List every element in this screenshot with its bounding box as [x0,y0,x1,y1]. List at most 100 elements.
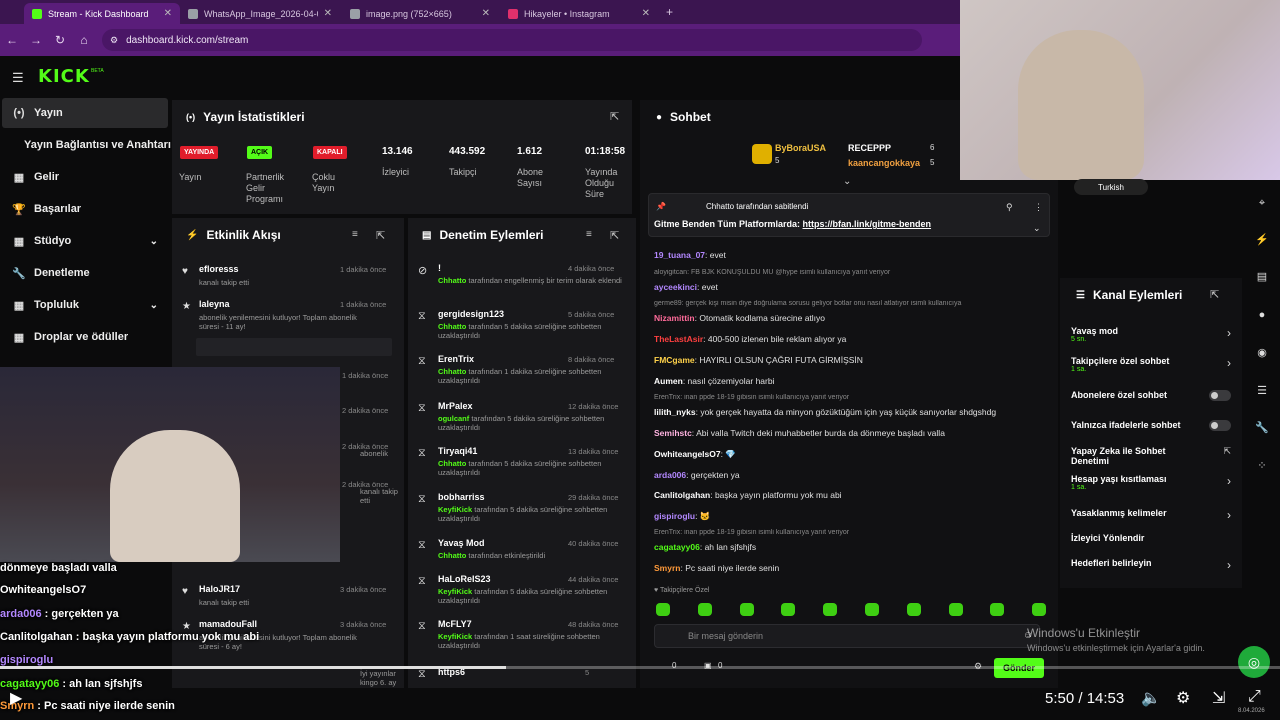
emote-icon[interactable] [990,603,1005,616]
url-field[interactable]: ⚙ dashboard.kick.com/stream [102,29,922,51]
chat-username[interactable]: OwhiteangelsO7 [654,449,721,459]
emote-icon[interactable] [739,603,754,616]
emote-icon[interactable] [948,603,963,616]
chat-username[interactable]: ayceekinci [654,282,697,292]
chat-username[interactable]: lilith_nyks [654,407,696,417]
chevron-right-icon[interactable]: › [1227,356,1231,370]
rail-nodes-icon[interactable]: ⁘ [1252,459,1272,472]
play-icon[interactable]: ▶ [10,688,22,708]
unpin-icon[interactable]: ⚲ [1006,202,1013,213]
stats-popout-icon[interactable]: ⇱ [610,110,619,123]
fullscreen-icon[interactable]: ⤢ [1248,688,1261,706]
browser-tab[interactable]: image.png (752×665) ✕ [342,3,498,24]
site-info-icon[interactable]: ⚙ [110,35,118,46]
chevron-right-icon[interactable]: › [1227,474,1231,488]
toggle-switch[interactable] [1209,390,1231,401]
rail-broadcast-icon[interactable]: ◉ [1252,346,1272,359]
tab-close-icon[interactable]: ✕ [324,8,332,19]
emote-icon[interactable] [906,603,921,616]
channel-action-item[interactable]: Takipçilere özel sohbet 1 sa. › [1071,356,1231,373]
sidebar-item[interactable]: ▦ Droplar ve ödüller [2,322,168,352]
tab-close-icon[interactable]: ✕ [164,8,172,19]
sidebar-item[interactable]: 🏆 Başarılar [2,194,168,224]
expand-pin-icon[interactable]: ⌄ [1033,223,1041,234]
chat-username[interactable]: 19_tuana_07 [654,250,705,260]
rail-doc-icon[interactable]: ▤ [1252,270,1272,283]
reload-icon[interactable]: ↻ [48,33,72,47]
moderation-popout-icon[interactable]: ⇱ [610,229,619,242]
home-icon[interactable]: ⌂ [72,33,96,47]
rail-chat-icon[interactable]: ● [1252,309,1272,321]
moderation-time: 4 dakika önce [568,264,615,273]
moderation-filter-icon[interactable]: ≡ [586,229,592,240]
browser-tab[interactable]: WhatsApp_Image_2026-04-07 ✕ [180,3,340,24]
layout-icon[interactable]: ⌖ [1252,197,1272,210]
rail-sliders-icon[interactable]: ☰ [1252,384,1272,397]
browser-tab[interactable]: Hikayeler • Instagram ✕ [500,3,658,24]
volume-icon[interactable]: 🔈 [1141,688,1161,708]
browser-tab[interactable]: Stream - Kick Dashboard ✕ [24,3,180,24]
sidebar-item[interactable]: Yayın Bağlantısı ve Anahtarı [2,130,171,160]
channel-action-item[interactable]: Yapay Zeka ile Sohbet Denetimi ⇱ [1071,446,1231,466]
chat-username[interactable]: Aumen [654,376,683,386]
new-tab-button[interactable]: + [666,5,673,19]
chat-message: cagatayy06: ah lan sjfshjfs [654,542,757,552]
chat-username[interactable]: arda006 [654,470,686,480]
channel-action-item[interactable]: İzleyici Yönlendir [1071,533,1231,543]
chevron-right-icon[interactable]: › [1227,558,1231,572]
sidebar-item-label: Yayın [34,107,63,119]
toggle-switch[interactable] [1209,420,1231,431]
more-icon[interactable]: ⋮ [1034,202,1043,213]
actions-popout-icon[interactable]: ⇱ [1210,288,1219,301]
chevron-down-icon[interactable]: ⌄ [150,300,158,311]
emote-icon[interactable] [865,603,879,616]
menu-icon[interactable]: ☰ [12,70,24,86]
rail-wrench-icon[interactable]: 🔧 [1252,421,1272,434]
activity-time: 1 dakika önce [340,265,387,274]
chat-username[interactable]: Smyrn [654,563,680,573]
chat-username[interactable]: FMCgame [654,355,695,365]
chevron-down-icon[interactable]: ⌄ [843,176,851,187]
chat-username[interactable]: Nizamittin [654,313,695,323]
moderation-time: 40 dakika önce [568,539,619,548]
chat-message: arda006: gerçekten ya [654,470,740,480]
chat-username[interactable]: TheLastAsir [654,334,703,344]
emote-icon[interactable] [697,603,712,616]
sidebar-item[interactable]: ▦ Gelir [2,162,168,192]
sidebar-item[interactable]: (•) Yayın [2,98,168,128]
miniplayer-icon[interactable]: ⇲ [1212,688,1225,708]
chat-username[interactable]: cagatayy06 [654,542,700,552]
rail-lightning-icon[interactable]: ⚡ [1252,233,1272,246]
channel-action-item[interactable]: Yalnızca ifadelerle sohbet [1071,420,1231,431]
channel-action-item[interactable]: Hesap yaşı kısıtlaması 1 sa. › [1071,474,1231,491]
channel-action-item[interactable]: Hedefleri belirleyin › [1071,558,1231,572]
chevron-right-icon[interactable]: › [1227,326,1231,340]
channel-action-item[interactable]: Yavaş mod 5 sn. › [1071,326,1231,343]
sidebar-item[interactable]: ▦ Topluluk ⌄ [2,290,168,320]
channel-action-item[interactable]: Abonelere özel sohbet [1071,390,1231,401]
emote-icon[interactable] [781,603,796,616]
forward-icon[interactable]: → [24,33,48,47]
emote-icon[interactable] [656,603,670,616]
external-link-icon[interactable]: ⇱ [1223,446,1231,457]
tab-close-icon[interactable]: ✕ [642,8,650,19]
chat-username[interactable]: Semihstc [654,428,692,438]
back-icon[interactable]: ← [0,33,24,47]
tab-close-icon[interactable]: ✕ [482,8,490,19]
support-chat-icon[interactable]: ◎ [1238,646,1270,678]
sidebar-item[interactable]: 🔧 Denetleme [2,258,168,288]
chat-username[interactable]: gispiroglu [654,511,695,521]
emote-icon[interactable] [823,603,838,616]
sidebar-item[interactable]: ▦ Stüdyo ⌄ [2,226,168,256]
channel-action-item[interactable]: Yasaklanmış kelimeler › [1071,508,1231,522]
chat-message: ayceekinci: evet [654,282,718,292]
pinned-link[interactable]: https://bfan.link/gitme-benden [803,219,932,229]
filter-icon[interactable]: ≡ [352,229,358,240]
emote-icon[interactable] [1032,603,1047,616]
activity-popout-icon[interactable]: ⇱ [376,229,385,242]
chevron-down-icon[interactable]: ⌄ [150,236,158,247]
chevron-right-icon[interactable]: › [1227,508,1231,522]
kick-logo[interactable]: KICK [38,66,90,87]
settings-gear-icon[interactable]: ⚙ [1176,688,1190,708]
chat-username[interactable]: Canlitolgahan [654,490,710,500]
